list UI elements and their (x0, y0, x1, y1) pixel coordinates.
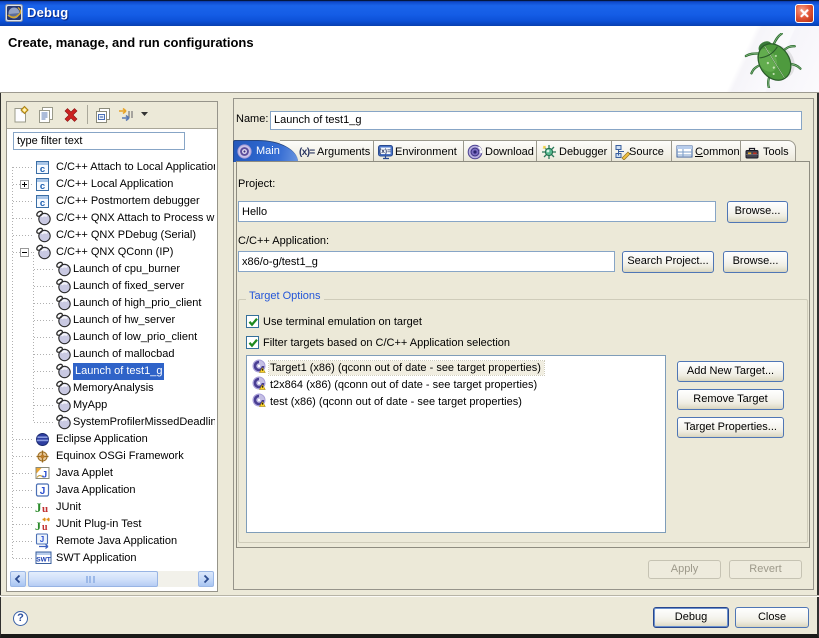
svg-text:J: J (40, 486, 46, 497)
svg-text:u: u (42, 522, 48, 532)
svg-text:J: J (35, 519, 41, 532)
svg-text:J: J (40, 535, 44, 544)
svg-text:c: c (40, 181, 45, 192)
svg-text:c: c (40, 198, 45, 209)
svg-text:u: u (42, 503, 48, 515)
svg-text:c: c (40, 164, 45, 175)
svg-text:SWT: SWT (36, 557, 50, 564)
svg-text:(x)=: (x)= (379, 148, 391, 155)
svg-text:J: J (35, 500, 42, 515)
svg-text:J: J (42, 470, 47, 481)
